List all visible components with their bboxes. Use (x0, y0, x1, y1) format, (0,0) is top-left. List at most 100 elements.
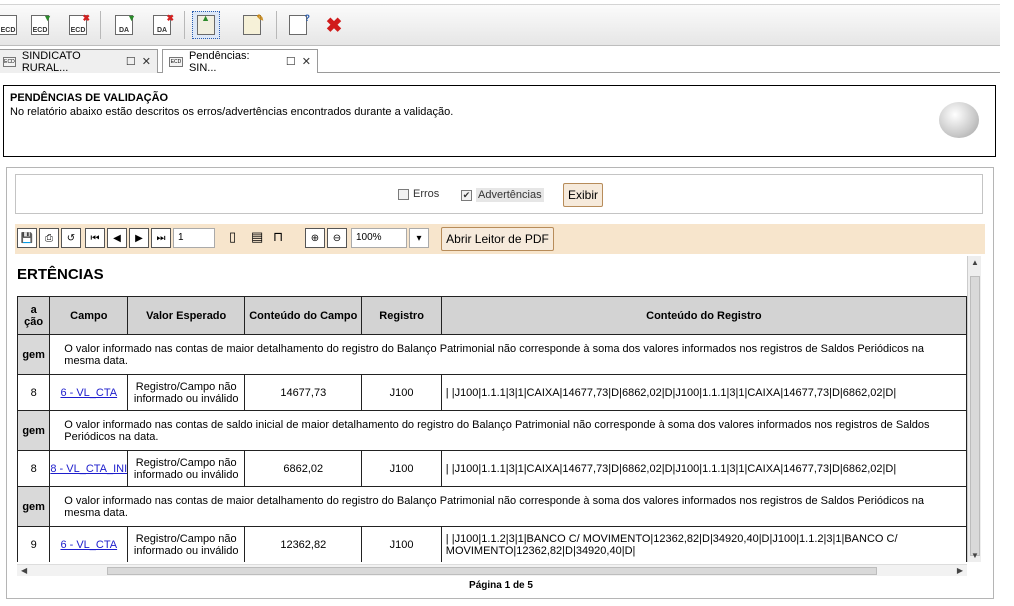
scroll-down-icon[interactable]: ▼ (971, 551, 979, 560)
report-table: a ção Campo Valor Esperado Conteúdo do C… (17, 296, 967, 562)
page-indicator: Página 1 de 5 (469, 580, 533, 591)
conteudo-campo-cell: 6862,02 (244, 450, 363, 487)
column-header: Registro (361, 296, 442, 335)
report-frame: Erros ✔ Advertências Exibir 💾 ⎙ ↺ ⏮ ◀ ▶ … (6, 167, 994, 599)
edit-document-button[interactable]: ✎ (238, 11, 266, 39)
table-row: 8 8 - VL_CTA_INI Registro/Campo não info… (17, 450, 967, 487)
report-content: ERTÊNCIAS a ção Campo Valor Esperado Con… (17, 256, 967, 562)
horizontal-scrollbar[interactable]: ◀ ▶ (17, 564, 967, 576)
conteudo-campo-cell: 14677,73 (244, 374, 363, 411)
valor-esperado-cell: Registro/Campo não informado ou inválido (127, 450, 246, 487)
print-icon[interactable]: ⎙ (39, 228, 59, 248)
valor-esperado-cell: Registro/Campo não informado ou inválido (127, 526, 246, 562)
page-number-input[interactable]: 1 (173, 228, 215, 248)
message-tag: gem (17, 410, 51, 451)
previous-page-icon[interactable]: ◀ (107, 228, 127, 248)
tab-label: SINDICATO RURAL... (21, 49, 81, 74)
column-header: Campo (49, 296, 129, 335)
ecd-button[interactable]: ECD (0, 11, 22, 39)
campo-cell: 6 - VL_CTA (49, 526, 129, 562)
erros-label: Erros (413, 188, 440, 200)
scroll-thumb[interactable] (107, 567, 877, 575)
close-icon[interactable]: ✕ (302, 55, 311, 68)
ecd-delete-button[interactable]: ✖ ECD (64, 11, 92, 39)
upload-document-button[interactable]: ▲ (192, 11, 220, 39)
message-row: gem O valor informado nas contas de maio… (17, 334, 967, 375)
help-document-button[interactable]: ? (284, 11, 312, 39)
header-description: No relatório abaixo estão descritos os e… (10, 106, 454, 118)
first-page-icon[interactable]: ⏮ (85, 228, 105, 248)
tab-pendencias[interactable]: ECD Pendências: SIN... ☐ ✕ (162, 49, 318, 74)
campo-link[interactable]: 6 - VL_CTA (60, 539, 117, 551)
line-number: 8 (17, 450, 51, 487)
toolbar-separator (276, 11, 277, 39)
erros-checkbox[interactable]: Erros (398, 188, 439, 200)
message-text: O valor informado nas contas de maior de… (49, 486, 967, 527)
scroll-left-icon[interactable]: ◀ (21, 566, 27, 575)
da-delete-button[interactable]: ✖ DA (148, 11, 176, 39)
campo-link[interactable]: 6 - VL_CTA (60, 387, 117, 399)
message-row: gem O valor informado nas contas de maio… (17, 486, 967, 527)
actual-size-icon[interactable]: ▯ (229, 229, 236, 245)
column-header: Conteúdo do Registro (440, 296, 967, 335)
main-toolbar: ECD ▼ ECD ✖ ECD ▼ DA ✖ DA ▲ ✎ ? ✖ (0, 4, 1000, 46)
report-title: ERTÊNCIAS (17, 266, 104, 283)
ecd-icon: ECD (3, 56, 16, 67)
report-viewer-toolbar: 💾 ⎙ ↺ ⏮ ◀ ▶ ⏭ 1 ▯ ▤ ⊓ ⊕ ⊖ 100% ▾ Abrir L… (15, 224, 985, 254)
table-row: 9 6 - VL_CTA Registro/Campo não informad… (17, 526, 967, 562)
fit-width-icon[interactable]: ⊓ (273, 229, 283, 245)
conteudo-registro-cell: | |J100|1.1.2|3|1|BANCO C/ MOVIMENTO|123… (440, 526, 967, 562)
globe-icon (939, 102, 979, 138)
message-row: gem O valor informado nas contas de sald… (17, 410, 967, 451)
close-x-icon: ✖ (325, 14, 343, 37)
registro-cell: J100 (361, 374, 442, 411)
campo-link[interactable]: 8 - VL_CTA_INI (51, 463, 127, 475)
table-row: 8 6 - VL_CTA Registro/Campo não informad… (17, 374, 967, 411)
open-pdf-reader-button[interactable]: Abrir Leitor de PDF (441, 227, 554, 251)
message-tag: gem (17, 334, 51, 375)
conteudo-registro-cell: | |J100|1.1.1|3|1|CAIXA|14677,73|D|6862,… (440, 450, 967, 487)
conteudo-campo-cell: 12362,82 (244, 526, 363, 562)
close-icon[interactable]: ✕ (142, 55, 151, 68)
column-header: Valor Esperado (127, 296, 246, 335)
ecd-icon: ECD (0, 15, 17, 35)
message-text: O valor informado nas contas de maior de… (49, 334, 967, 375)
ecd-download-button[interactable]: ▼ ECD (26, 11, 54, 39)
last-page-icon[interactable]: ⏭ (151, 228, 171, 248)
fit-page-icon[interactable]: ▤ (251, 229, 263, 245)
tab-bar: ECD SINDICATO RURAL... ☐ ✕ ECD Pendência… (0, 47, 1000, 74)
scroll-right-icon[interactable]: ▶ (957, 566, 963, 575)
da-delete-icon: ✖ DA (153, 13, 174, 35)
filter-panel: Erros ✔ Advertências Exibir (15, 174, 983, 214)
vertical-scrollbar[interactable]: ▲ ▼ (967, 256, 981, 562)
chevron-down-icon[interactable]: ▾ (409, 228, 429, 248)
da-download-button[interactable]: ▼ DA (110, 11, 138, 39)
zoom-select[interactable]: 100% (351, 228, 407, 248)
scroll-thumb[interactable] (970, 276, 980, 556)
zoom-out-icon[interactable]: ⊖ (327, 228, 347, 248)
help-document-icon: ? (289, 13, 310, 35)
campo-cell: 8 - VL_CTA_INI (49, 450, 129, 487)
line-number: 8 (17, 374, 51, 411)
maximize-icon[interactable]: ☐ (286, 55, 296, 68)
scroll-up-icon[interactable]: ▲ (971, 258, 979, 267)
close-button[interactable]: ✖ (320, 11, 348, 39)
refresh-icon[interactable]: ↺ (61, 228, 81, 248)
line-number: 9 (17, 526, 51, 562)
advertencias-checkbox[interactable]: ✔ Advertências (461, 188, 544, 202)
toolbar-separator (184, 11, 185, 39)
tab-sindicato-rural[interactable]: ECD SINDICATO RURAL... ☐ ✕ (0, 49, 158, 74)
valor-esperado-cell: Registro/Campo não informado ou inválido (127, 374, 246, 411)
campo-cell: 6 - VL_CTA (49, 374, 129, 411)
save-icon[interactable]: 💾 (17, 228, 37, 248)
da-download-icon: ▼ DA (115, 13, 136, 35)
ecd-icon: ECD (169, 56, 183, 67)
registro-cell: J100 (361, 450, 442, 487)
zoom-in-icon[interactable]: ⊕ (305, 228, 325, 248)
maximize-icon[interactable]: ☐ (126, 55, 136, 68)
next-page-icon[interactable]: ▶ (129, 228, 149, 248)
ecd-delete-icon: ✖ ECD (69, 13, 90, 35)
exibir-button[interactable]: Exibir (563, 183, 603, 207)
upload-document-icon: ▲ (197, 13, 215, 35)
registro-cell: J100 (361, 526, 442, 562)
